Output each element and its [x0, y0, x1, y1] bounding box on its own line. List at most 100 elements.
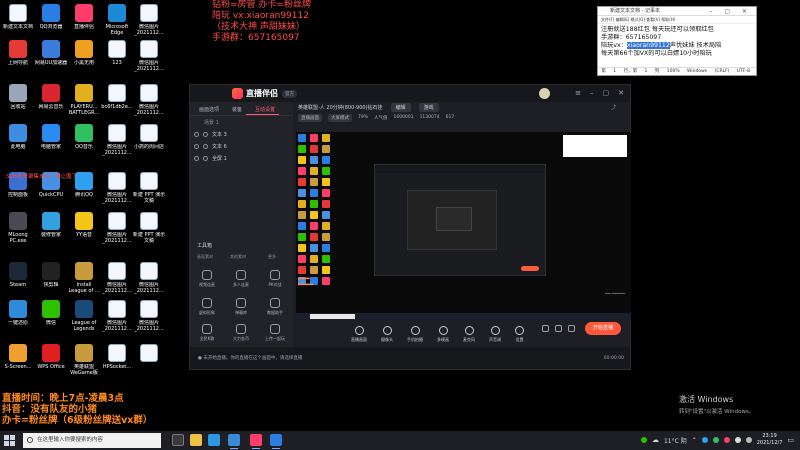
desktop-icon[interactable]: 一键还原	[1, 300, 35, 326]
desktop-icon[interactable]: 微信图片_2021112...	[100, 172, 134, 204]
desktop-icon[interactable]: WPS Office	[34, 344, 68, 370]
stream-control[interactable]: 摄像头	[381, 326, 393, 343]
toolbox-tool[interactable]: 弹幕库	[226, 298, 256, 316]
qq-tray-icon[interactable]	[701, 437, 708, 443]
stream-control[interactable]: 多模画	[437, 326, 449, 343]
toolbox-tool[interactable]: 全民K歌	[192, 324, 222, 342]
screen-mode-pill[interactable]: 大屏模式	[328, 113, 352, 122]
desktop-icon[interactable]: 此电脑	[1, 124, 35, 150]
desktop-icon[interactable]: MLoong PC.exe	[1, 212, 35, 244]
notepad-text[interactable]: 注册就送188红包 每天玩还可以领取红包 手游群：657165097 陪玩vx：…	[598, 24, 756, 60]
desktop-icon[interactable]: 直播伴侣	[67, 4, 101, 30]
notepad-taskbar-icon[interactable]	[270, 434, 282, 449]
notepad-menu[interactable]: 文件(F) 编辑(E) 格式(O) 查看(V) 帮助(H)	[598, 16, 756, 24]
tab-equipment[interactable]: 装备	[223, 102, 246, 115]
weather-text[interactable]: 11°C 阴	[664, 436, 687, 445]
chevron-up-icon[interactable]: ⌃	[692, 437, 697, 444]
task-view-icon[interactable]	[172, 434, 184, 446]
desktop-icon[interactable]: 微信图片_2021112...	[132, 262, 166, 294]
desktop-icon[interactable]: 微信图片_2021112...	[100, 124, 134, 156]
close-icon[interactable]: ✕	[618, 89, 624, 97]
toolbox-tool[interactable]: 多人连麦	[226, 270, 256, 288]
tab-scene-options[interactable]: 画面选项	[190, 102, 223, 115]
notepad-titlebar[interactable]: 新建文本文档 - 记事本 – ▢ ✕	[598, 7, 756, 16]
notepad-window[interactable]: 新建文本文档 - 记事本 – ▢ ✕ 文件(F) 编辑(E) 格式(O) 查看(…	[597, 6, 757, 76]
live-companion-window[interactable]: 直播伴侣 官方 ≡ – ▢ ✕ 画面选项 装备 互动设置 场景 1 文本 3 文…	[189, 84, 631, 370]
desktop-icon[interactable]: PLAYERU... BATTLEGR...	[67, 84, 101, 116]
desktop-icon[interactable]: 微信图片_2021112...	[132, 84, 166, 116]
stream-preview[interactable]: ▂▂▂ ▂▂▂▂ ▂▂ ▂▂▂▂▂	[296, 132, 631, 320]
settings-icon[interactable]	[568, 325, 575, 332]
edge-icon[interactable]	[208, 434, 220, 446]
desktop-icon[interactable]: League of Legends	[67, 300, 101, 332]
desktop-icon[interactable]: 新建文本文档	[1, 4, 35, 30]
desktop-icon[interactable]: 英雄联盟WeGame版	[67, 344, 101, 376]
desktop-icon[interactable]: bc6f1db2e...	[100, 84, 134, 110]
eye-icon[interactable]	[194, 143, 199, 149]
start-button[interactable]	[4, 435, 15, 446]
desktop-icon[interactable]: 微信图片_2021112...	[132, 40, 166, 72]
desktop-icon[interactable]: QQ浏览器	[34, 4, 68, 30]
desktop-icon[interactable]: 微信	[34, 300, 68, 326]
clock[interactable]: 23:19 2021/12/7	[757, 433, 783, 447]
lock-icon[interactable]	[203, 131, 208, 137]
tab-interaction[interactable]: 互动设置	[246, 102, 280, 115]
stream-control[interactable]: 直播画面	[351, 326, 367, 343]
lock-icon[interactable]	[203, 143, 208, 149]
toolbox-tool[interactable]: 视频连麦	[192, 270, 222, 288]
toolbox-tool[interactable]: 上传一起玩	[260, 324, 290, 342]
stream-control[interactable]: 麦克风	[463, 326, 475, 343]
file-explorer-icon[interactable]	[190, 434, 202, 446]
toolbox-tab[interactable]: 更多	[268, 254, 276, 260]
weather-icon[interactable]: ☁	[652, 436, 659, 444]
toolbox-tool[interactable]: 大力金币	[226, 324, 256, 342]
desktop-icon[interactable]: YY语音	[67, 212, 101, 238]
desktop-icon[interactable]: 微信图片_2021112...	[132, 300, 166, 332]
desktop-icon[interactable]: Microsoft Edge	[100, 4, 134, 36]
desktop-icon[interactable]: 微信图片_2021112...	[100, 262, 134, 294]
app-titlebar[interactable]: 直播伴侣 官方 ≡ – ▢ ✕	[190, 85, 630, 102]
desktop-icon[interactable]: 新建 PPT 演示文稿	[132, 172, 166, 204]
toolbox-tool[interactable]: 虚拟形象	[192, 298, 222, 316]
toolbox-tab[interactable]: 画面素材	[197, 254, 213, 260]
desktop-icon[interactable]: QQ音乐	[67, 124, 101, 150]
edit-button[interactable]: 编辑	[390, 103, 411, 112]
stream-control[interactable]: 手机拍摄	[407, 326, 423, 343]
toolbox-tool[interactable]: 数据助手	[260, 298, 290, 316]
network-icon[interactable]	[734, 437, 741, 443]
minimize-icon[interactable]: –	[590, 89, 594, 97]
desktop-icon[interactable]: Install League of ...	[67, 262, 101, 294]
start-live-button[interactable]: 开始直播	[585, 322, 621, 335]
desktop-icon[interactable]: S-Screen...	[1, 344, 35, 370]
category-select[interactable]: 游戏	[418, 103, 439, 112]
stream-control[interactable]: 设置	[515, 326, 524, 343]
eye-icon[interactable]	[555, 325, 562, 332]
scene-item[interactable]: 全屏 1	[190, 152, 293, 164]
desktop-icon[interactable]: 小抓的周间店	[132, 124, 166, 150]
live-companion-taskbar-icon[interactable]	[250, 434, 262, 449]
tray-icon[interactable]	[712, 437, 719, 443]
desktop-icon[interactable]: Steam	[1, 262, 35, 288]
tray-app-icon[interactable]	[640, 437, 647, 443]
toolbox-tool[interactable]: PK对战	[260, 270, 290, 288]
scene-item[interactable]: 文本 3	[190, 128, 293, 140]
desktop-icon[interactable]: 123	[100, 40, 134, 66]
tray-icon[interactable]	[723, 437, 730, 443]
share-icon[interactable]: ⤴	[611, 104, 616, 111]
desktop-icon[interactable]: 网易云音乐	[34, 84, 68, 110]
lock-icon[interactable]	[203, 155, 208, 161]
stream-control[interactable]: 声音调	[489, 326, 501, 343]
desktop-icon[interactable]: 装修管家	[34, 212, 68, 238]
menu-icon[interactable]: ≡	[575, 89, 581, 97]
camera-flip-icon[interactable]	[542, 325, 549, 332]
eye-icon[interactable]	[194, 155, 199, 161]
desktop-icon[interactable]: 电脑管家	[34, 124, 68, 150]
scene-item[interactable]: 文本 6	[190, 140, 293, 152]
desktop-icon[interactable]: 微信图片_2021112...	[100, 300, 134, 332]
view-mode-pill[interactable]: 直播画面	[298, 113, 322, 122]
eye-icon[interactable]	[194, 131, 199, 137]
desktop-icon[interactable]: 微信图片_2021112...	[132, 4, 166, 36]
window-controls[interactable]: – ▢ ✕	[709, 7, 752, 16]
app-window-controls[interactable]: ≡ – ▢ ✕	[575, 89, 624, 97]
desktop-icon[interactable]: 网易UU加速器	[34, 40, 68, 66]
